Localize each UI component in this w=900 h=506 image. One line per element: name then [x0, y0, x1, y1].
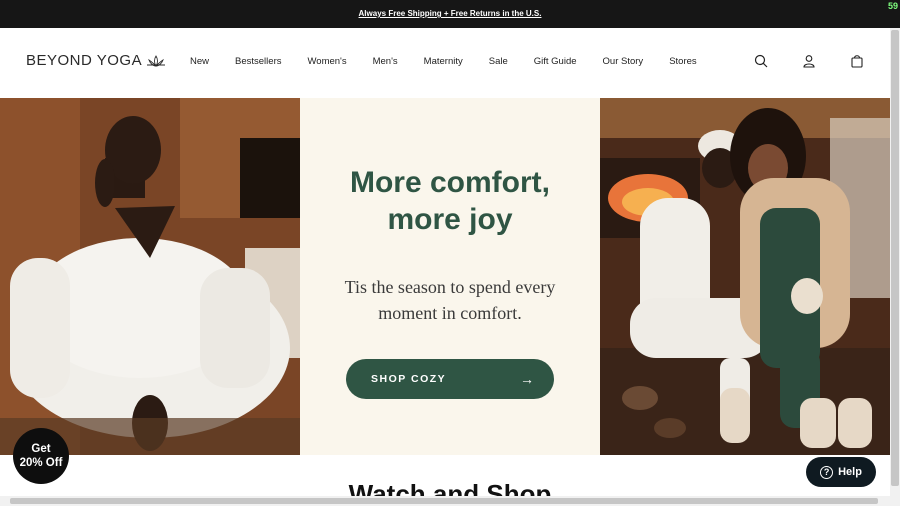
nav-item-maternity[interactable]: Maternity [424, 56, 463, 67]
site-header: BEYOND YOGA New Bestsellers Women's Men'… [0, 28, 890, 98]
brand-logo[interactable]: BEYOND YOGA [26, 52, 166, 69]
hero-subtext-line1: Tis the season to spend every [344, 277, 556, 297]
get-20-off-button[interactable]: Get 20% Off [13, 428, 69, 484]
hero-headline: More comfort, more joy [300, 164, 600, 238]
brand-logo-text: BEYOND YOGA [26, 52, 143, 69]
vertical-scrollbar-thumb[interactable] [891, 30, 899, 486]
nav-item-our-story[interactable]: Our Story [603, 56, 644, 67]
hero-banner: More comfort, more joy Tis the season to… [0, 98, 890, 455]
hero-photo-right-shapes [600, 98, 890, 455]
hero-headline-line1: More comfort, [349, 166, 550, 199]
corner-badge: 59 [887, 1, 898, 11]
hero-image-left[interactable] [0, 98, 300, 455]
arrow-right-icon: → [520, 371, 534, 387]
nav-item-new[interactable]: New [190, 56, 209, 67]
hero-text-panel: More comfort, more joy Tis the season to… [300, 98, 600, 455]
lotus-icon [147, 54, 166, 67]
main-nav: New Bestsellers Women's Men's Maternity … [190, 56, 723, 67]
nav-item-sale[interactable]: Sale [489, 56, 508, 67]
announcement-bar[interactable]: Always Free Shipping + Free Returns in t… [0, 0, 900, 28]
promo-line1: Get [31, 443, 51, 455]
announcement-link[interactable]: Always Free Shipping + Free Returns in t… [359, 9, 542, 18]
search-icon[interactable] [754, 54, 768, 73]
shop-cozy-label: SHOP COZY [371, 373, 447, 385]
nav-item-stores[interactable]: Stores [669, 56, 696, 67]
nav-item-mens[interactable]: Men's [373, 56, 398, 67]
question-icon: ? [820, 465, 834, 479]
help-label: Help [838, 466, 862, 478]
horizontal-scrollbar-thumb[interactable] [10, 498, 878, 504]
bag-icon[interactable] [850, 54, 864, 73]
help-button[interactable]: ? Help [806, 457, 876, 487]
account-icon[interactable] [802, 54, 816, 73]
header-icons [754, 54, 864, 73]
hero-image-right[interactable] [600, 98, 890, 455]
hero-subtext: Tis the season to spend every moment in … [300, 274, 600, 326]
nav-item-womens[interactable]: Women's [307, 56, 346, 67]
hero-headline-line2: more joy [387, 203, 513, 236]
shop-cozy-button[interactable]: SHOP COZY → [346, 359, 554, 399]
promo-line2: 20% Off [19, 457, 63, 469]
nav-item-gift-guide[interactable]: Gift Guide [534, 56, 577, 67]
hero-subtext-line2: moment in comfort. [378, 303, 522, 323]
nav-item-bestsellers[interactable]: Bestsellers [235, 56, 281, 67]
hero-photo-left-shapes [0, 98, 300, 455]
